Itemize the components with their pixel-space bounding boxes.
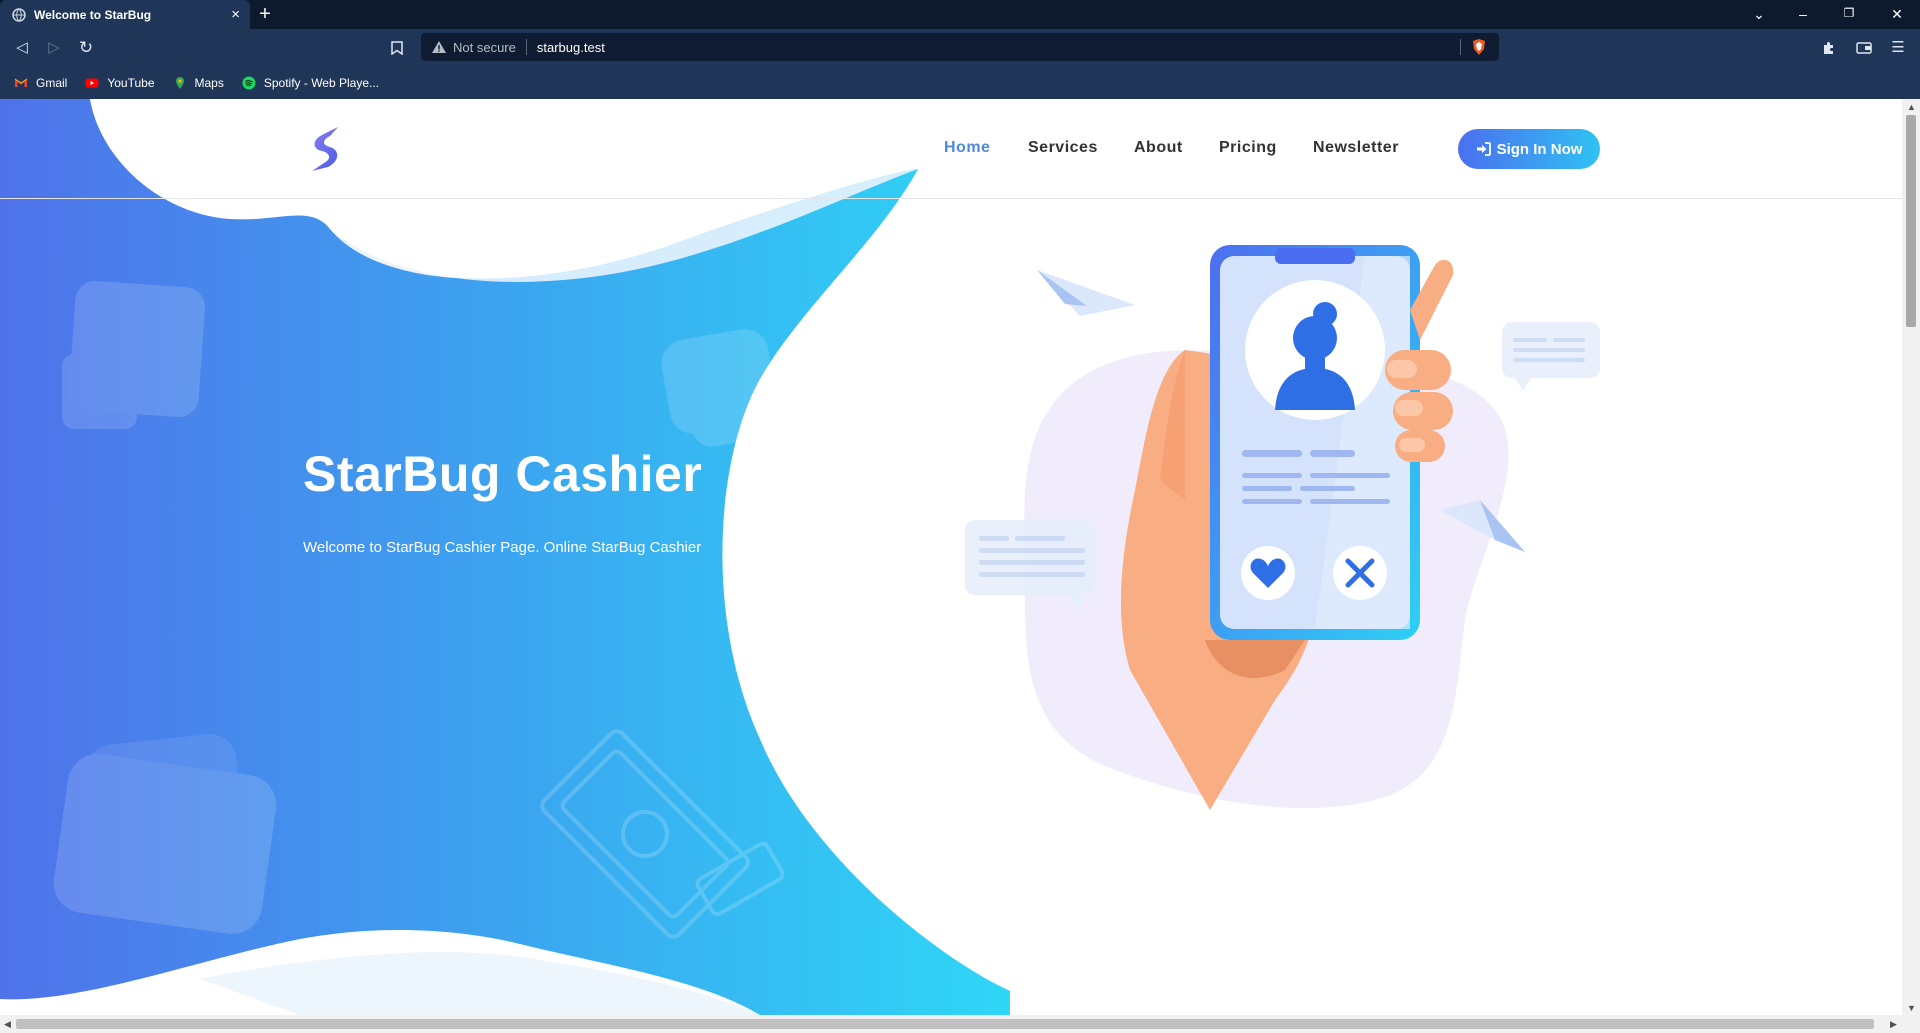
- bookmarks-bar: Gmail YouTube Maps Spotify - Web Playe..…: [0, 66, 1920, 99]
- hero-subtitle: Welcome to StarBug Cashier Page. Online …: [303, 539, 702, 556]
- tab-strip: Welcome to StarBug × + ⌄ – ❐ ✕: [0, 0, 1920, 29]
- bookmark-youtube[interactable]: YouTube: [85, 75, 155, 90]
- spotify-icon: [242, 76, 256, 89]
- bookmark-label: Maps: [194, 75, 224, 90]
- gmail-icon: [14, 78, 28, 87]
- brave-shield-icon[interactable]: [1471, 38, 1487, 56]
- vertical-scrollbar[interactable]: ▲ ▼: [1902, 99, 1920, 1015]
- warning-icon: [432, 41, 446, 53]
- tab-search-icon[interactable]: ⌄: [1749, 6, 1769, 23]
- bookmark-icon[interactable]: [386, 37, 408, 59]
- nav-services[interactable]: Services: [1028, 139, 1098, 157]
- bookmark-label: Spotify - Web Playe...: [263, 75, 380, 90]
- nav-newsletter[interactable]: Newsletter: [1313, 139, 1399, 157]
- restore-icon[interactable]: ❐: [1839, 6, 1859, 20]
- scroll-up-icon[interactable]: ▲: [1907, 102, 1916, 112]
- back-icon[interactable]: ◁: [11, 37, 33, 59]
- starbug-logo[interactable]: [306, 125, 346, 175]
- close-tab-icon[interactable]: ×: [231, 6, 240, 23]
- extensions-icon[interactable]: [1818, 37, 1840, 59]
- scroll-right-icon[interactable]: ▶: [1890, 1019, 1897, 1030]
- bookmark-maps[interactable]: Maps: [173, 76, 224, 90]
- browser-tab[interactable]: Welcome to StarBug ×: [0, 0, 250, 29]
- url-text[interactable]: starbug.test: [537, 40, 1460, 55]
- sign-in-button[interactable]: Sign In Now: [1458, 129, 1600, 169]
- separator: [525, 39, 527, 55]
- bookmark-spotify[interactable]: Spotify - Web Playe...: [242, 76, 379, 90]
- close-window-icon[interactable]: ✕: [1887, 6, 1907, 23]
- horizontal-scrollbar[interactable]: ◀ ▶: [0, 1015, 1920, 1033]
- nav-home[interactable]: Home: [944, 139, 990, 157]
- scroll-left-icon[interactable]: ◀: [4, 1019, 11, 1030]
- chat-bubble: [1502, 322, 1600, 390]
- hero-title: StarBug Cashier: [303, 446, 703, 502]
- bookmark-label: YouTube: [107, 75, 155, 90]
- phone-illustration: [965, 245, 1600, 810]
- maps-icon: [175, 76, 184, 89]
- toolbar: ◁ ▷ ↻ Not secure starbug.test ☰: [0, 29, 1920, 66]
- nav-pricing[interactable]: Pricing: [1219, 139, 1277, 157]
- bookmark-gmail[interactable]: Gmail: [14, 76, 67, 90]
- tab-title: Welcome to StarBug: [34, 7, 152, 22]
- paper-plane-icon: [1037, 270, 1135, 316]
- wallet-icon[interactable]: [1853, 37, 1875, 59]
- youtube-icon: [85, 78, 99, 87]
- minimize-icon[interactable]: –: [1793, 6, 1813, 22]
- security-label: Not secure: [453, 39, 516, 55]
- menu-icon[interactable]: ☰: [1887, 37, 1909, 59]
- forward-icon[interactable]: ▷: [43, 37, 65, 59]
- sign-in-icon: [1476, 141, 1491, 157]
- web-page: Home Services About Pricing Newsletter S…: [0, 99, 1902, 1015]
- reload-icon[interactable]: ↻: [75, 37, 97, 59]
- globe-icon: [12, 7, 26, 22]
- bookmark-label: Gmail: [36, 75, 68, 90]
- browser-chrome: Welcome to StarBug × + ⌄ – ❐ ✕ ◁ ▷ ↻ Not…: [0, 0, 1920, 99]
- new-tab-button[interactable]: +: [255, 4, 275, 24]
- scroll-down-icon[interactable]: ▼: [1907, 1003, 1916, 1013]
- address-bar[interactable]: Not secure starbug.test: [421, 33, 1499, 61]
- site-header: Home Services About Pricing Newsletter S…: [0, 99, 1902, 199]
- nav-about[interactable]: About: [1134, 139, 1183, 157]
- separator: [1460, 39, 1461, 55]
- vertical-scroll-thumb[interactable]: [1906, 115, 1916, 327]
- sign-in-label: Sign In Now: [1496, 140, 1583, 158]
- horizontal-scroll-thumb[interactable]: [16, 1019, 1874, 1029]
